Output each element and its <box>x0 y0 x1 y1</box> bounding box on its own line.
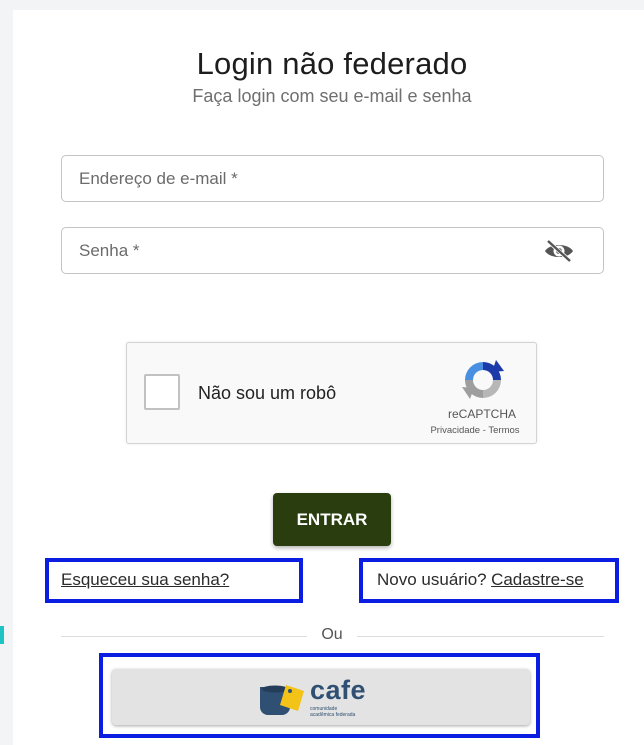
recaptcha-terms-link[interactable]: Termos <box>488 425 519 436</box>
new-user-row: Novo usuário? Cadastre-se <box>377 570 584 590</box>
left-edge-marker <box>0 626 4 644</box>
eye-slash-icon[interactable] <box>543 239 575 263</box>
recaptcha-links: Privacidade - Termos <box>410 425 540 436</box>
email-placeholder: Endereço de e-mail * <box>79 169 238 188</box>
recaptcha-widget: Não sou um robô reCAPTCHA Privacidade - … <box>126 342 537 444</box>
recaptcha-icon <box>462 360 504 399</box>
signup-link[interactable]: Cadastre-se <box>491 570 584 589</box>
cafe-tagline: comunidade acadêmica federada <box>310 706 355 718</box>
cafe-wordmark: cafe <box>310 675 367 705</box>
submit-button[interactable]: ENTRAR <box>273 493 391 546</box>
page-subtitle: Faça login com seu e-mail e senha <box>192 86 472 106</box>
forgot-password-link[interactable]: Esqueceu sua senha? <box>61 570 229 590</box>
recaptcha-label: Não sou um robô <box>198 383 337 403</box>
cafe-tagline-line2: acadêmica federada <box>310 712 356 718</box>
cafe-cup-icon <box>260 685 304 715</box>
page-title: Login não federado <box>196 46 468 81</box>
or-label: Ou <box>321 626 343 643</box>
divider-right <box>357 636 604 637</box>
recaptcha-separator: - <box>482 425 486 436</box>
recaptcha-checkbox[interactable] <box>144 374 180 410</box>
password-field[interactable]: Senha * <box>61 227 604 274</box>
divider-left <box>61 636 307 637</box>
password-placeholder: Senha * <box>79 241 140 260</box>
email-field[interactable]: Endereço de e-mail * <box>61 155 604 202</box>
recaptcha-brand: reCAPTCHA <box>447 407 516 421</box>
recaptcha-privacy-link[interactable]: Privacidade <box>430 425 480 436</box>
new-user-text: Novo usuário? <box>377 570 487 589</box>
cafe-login-button[interactable]: cafe comunidade acadêmica federada <box>112 669 530 725</box>
